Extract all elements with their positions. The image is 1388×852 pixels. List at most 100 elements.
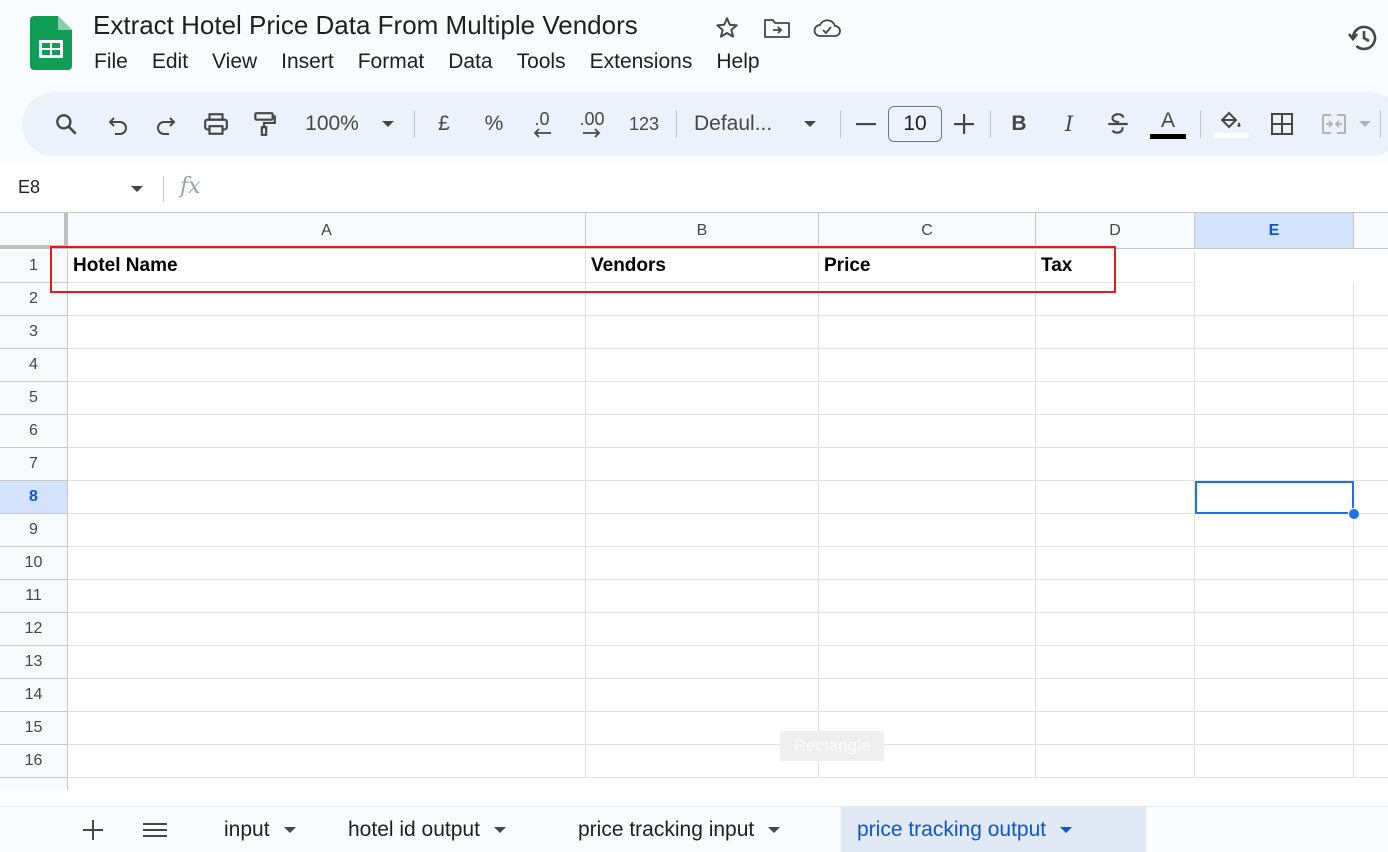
column-header-a[interactable]: A	[68, 213, 586, 249]
grid-cell[interactable]	[1354, 382, 1388, 415]
grid-cell[interactable]	[1036, 646, 1195, 679]
grid-cell[interactable]	[1036, 382, 1195, 415]
decrease-font-size-icon[interactable]	[852, 106, 880, 142]
column-header-f[interactable]	[1354, 213, 1388, 249]
formula-input[interactable]	[220, 176, 1320, 202]
grid-cell[interactable]	[1036, 712, 1195, 745]
fill-handle[interactable]	[1348, 508, 1360, 520]
borders-icon[interactable]	[1266, 106, 1298, 142]
grid-cell[interactable]	[1354, 745, 1388, 778]
cell-c1[interactable]: Price	[819, 250, 1036, 283]
grid-cell[interactable]	[1354, 283, 1388, 316]
menu-help[interactable]: Help	[704, 48, 771, 76]
grid-cell[interactable]	[1195, 349, 1354, 382]
grid-cell[interactable]	[1354, 613, 1388, 646]
text-color-button[interactable]: A	[1148, 106, 1188, 142]
row-header-15[interactable]: 15	[0, 712, 68, 745]
row-header-12[interactable]: 12	[0, 613, 68, 646]
zoom-select[interactable]: 100%	[300, 106, 364, 142]
move-folder-icon[interactable]	[762, 14, 792, 42]
row-header-3[interactable]: 3	[0, 316, 68, 349]
grid-cell[interactable]	[1195, 514, 1354, 547]
grid-cell[interactable]	[1354, 646, 1388, 679]
paint-format-icon[interactable]	[248, 106, 280, 142]
column-header-c[interactable]: C	[819, 213, 1036, 249]
grid-cell[interactable]	[1354, 679, 1388, 712]
column-header-b[interactable]: B	[586, 213, 819, 249]
grid-cell[interactable]	[1354, 415, 1388, 448]
sheets-logo-icon[interactable]	[30, 16, 72, 70]
row-header-9[interactable]: 9	[0, 514, 68, 547]
grid-cell[interactable]	[68, 547, 586, 580]
tab-dropdown-icon[interactable]	[1060, 826, 1073, 834]
grid-cell[interactable]	[1195, 646, 1354, 679]
row-header-16[interactable]: 16	[0, 745, 68, 778]
tab-dropdown-icon[interactable]	[493, 826, 506, 834]
grid-cell[interactable]	[68, 448, 586, 481]
grid-cell[interactable]	[586, 580, 819, 613]
cell-a1[interactable]: Hotel Name	[68, 250, 586, 283]
row-header-6[interactable]: 6	[0, 415, 68, 448]
grid-cell[interactable]	[1036, 514, 1195, 547]
sheet-tab-price-tracking-output[interactable]: price tracking output	[841, 807, 1146, 852]
grid-cell[interactable]	[1195, 580, 1354, 613]
sheet-tab-input[interactable]: input	[208, 807, 312, 852]
grid-cell[interactable]	[1036, 316, 1195, 349]
row-header-5[interactable]: 5	[0, 382, 68, 415]
grid-cell[interactable]	[1195, 316, 1354, 349]
grid-cell[interactable]	[1036, 613, 1195, 646]
row-header-1[interactable]: 1	[0, 250, 68, 283]
font-family-select[interactable]: Defaul...	[694, 106, 786, 142]
grid-cell[interactable]	[1195, 415, 1354, 448]
grid-cell[interactable]	[819, 382, 1036, 415]
grid-cell[interactable]	[586, 415, 819, 448]
star-icon[interactable]	[712, 14, 742, 42]
spreadsheet-grid[interactable]: A B C D E 1 2 3 4 5 6 7 8 9 10 11 12 13 14 15 16 Hotel …	[0, 212, 1388, 790]
name-box[interactable]: E8	[18, 177, 40, 198]
cell-d1[interactable]: Tax	[1036, 250, 1195, 283]
grid-cell[interactable]	[1195, 547, 1354, 580]
grid-cell[interactable]	[1036, 745, 1195, 778]
row-header-14[interactable]: 14	[0, 679, 68, 712]
row-header-10[interactable]: 10	[0, 547, 68, 580]
menu-format[interactable]: Format	[346, 48, 437, 76]
grid-cell[interactable]	[1195, 283, 1354, 316]
grid-cell[interactable]	[1036, 580, 1195, 613]
grid-cell[interactable]	[1036, 547, 1195, 580]
row-header-7[interactable]: 7	[0, 448, 68, 481]
sheet-tab-price-tracking-input[interactable]: price tracking input	[562, 807, 796, 852]
row-header-partial[interactable]	[0, 778, 68, 790]
grid-cell[interactable]	[68, 679, 586, 712]
menu-insert[interactable]: Insert	[269, 48, 346, 76]
row-header-4[interactable]: 4	[0, 349, 68, 382]
grid-cell[interactable]	[586, 316, 819, 349]
sheet-tab-hotel-id-output[interactable]: hotel id output	[332, 807, 522, 852]
grid-cell[interactable]	[819, 679, 1036, 712]
percent-format-button[interactable]: %	[480, 106, 508, 142]
bold-button[interactable]: B	[1004, 106, 1034, 142]
grid-cell[interactable]	[68, 349, 586, 382]
grid-cell[interactable]	[68, 481, 586, 514]
menu-data[interactable]: Data	[436, 48, 504, 76]
column-header-e[interactable]: E	[1195, 213, 1354, 249]
font-dropdown-icon[interactable]	[800, 106, 820, 142]
menu-extensions[interactable]: Extensions	[578, 48, 705, 76]
menu-tools[interactable]: Tools	[505, 48, 578, 76]
grid-cell[interactable]	[1195, 481, 1354, 514]
grid-cell[interactable]	[1036, 679, 1195, 712]
grid-cell[interactable]	[1036, 481, 1195, 514]
currency-format-button[interactable]: £	[430, 106, 458, 142]
grid-cell[interactable]	[586, 679, 819, 712]
grid-cell[interactable]	[586, 481, 819, 514]
grid-cell[interactable]	[586, 382, 819, 415]
row-header-8[interactable]: 8	[0, 481, 68, 514]
grid-cell[interactable]	[1195, 382, 1354, 415]
fill-color-icon[interactable]	[1212, 106, 1250, 142]
grid-cell[interactable]	[586, 283, 819, 316]
undo-icon[interactable]	[102, 106, 134, 142]
grid-cell[interactable]	[1354, 514, 1388, 547]
grid-cell[interactable]	[68, 613, 586, 646]
grid-cell[interactable]	[586, 646, 819, 679]
grid-cell[interactable]	[819, 580, 1036, 613]
search-menus-icon[interactable]	[50, 106, 82, 142]
